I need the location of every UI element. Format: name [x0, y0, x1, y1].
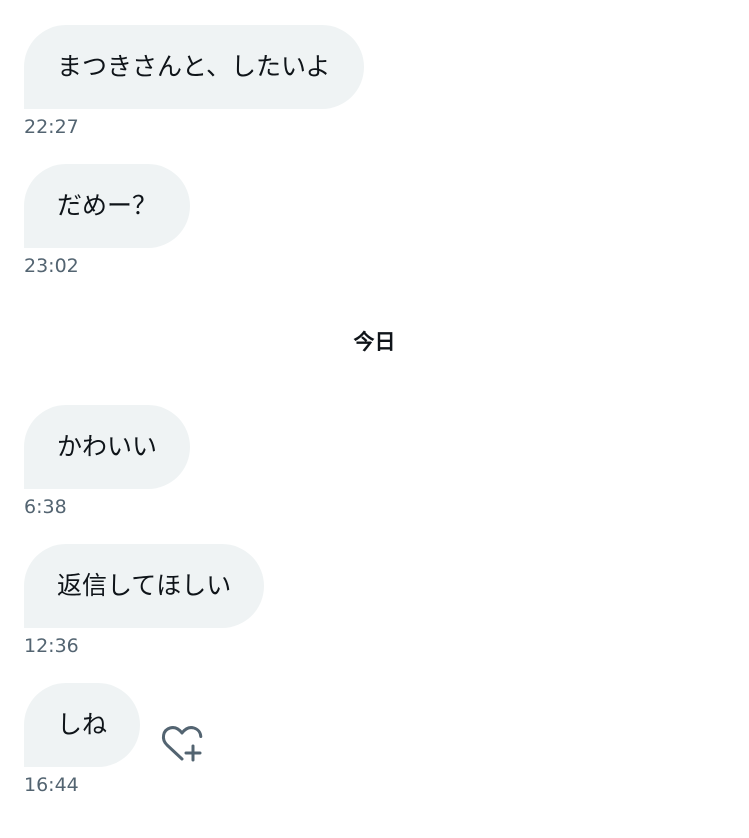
message-timestamp: 12:36 — [24, 635, 79, 657]
message-item: かわいい 6:38 — [24, 405, 191, 519]
message-bubble[interactable]: しね — [24, 683, 141, 767]
heart-plus-icon — [161, 726, 203, 762]
message-item: まつきさんと、したいよ 22:27 — [24, 25, 364, 139]
add-reaction-button[interactable] — [160, 724, 204, 764]
message-timestamp: 6:38 — [24, 496, 67, 518]
message-timestamp: 22:27 — [24, 116, 79, 138]
message-timestamp: 23:02 — [24, 255, 79, 277]
day-separator: 今日 — [353, 330, 396, 354]
message-item: しね 16:44 — [24, 683, 141, 797]
message-bubble[interactable]: まつきさんと、したいよ — [24, 25, 364, 109]
message-bubble[interactable]: 返信してほしい — [24, 544, 265, 628]
message-item: 返信してほしい 12:36 — [24, 544, 265, 658]
message-bubble[interactable]: かわいい — [24, 405, 191, 489]
message-bubble[interactable]: だめー？ — [24, 164, 191, 248]
message-item: だめー？ 23:02 — [24, 164, 191, 278]
message-timestamp: 16:44 — [24, 774, 79, 796]
